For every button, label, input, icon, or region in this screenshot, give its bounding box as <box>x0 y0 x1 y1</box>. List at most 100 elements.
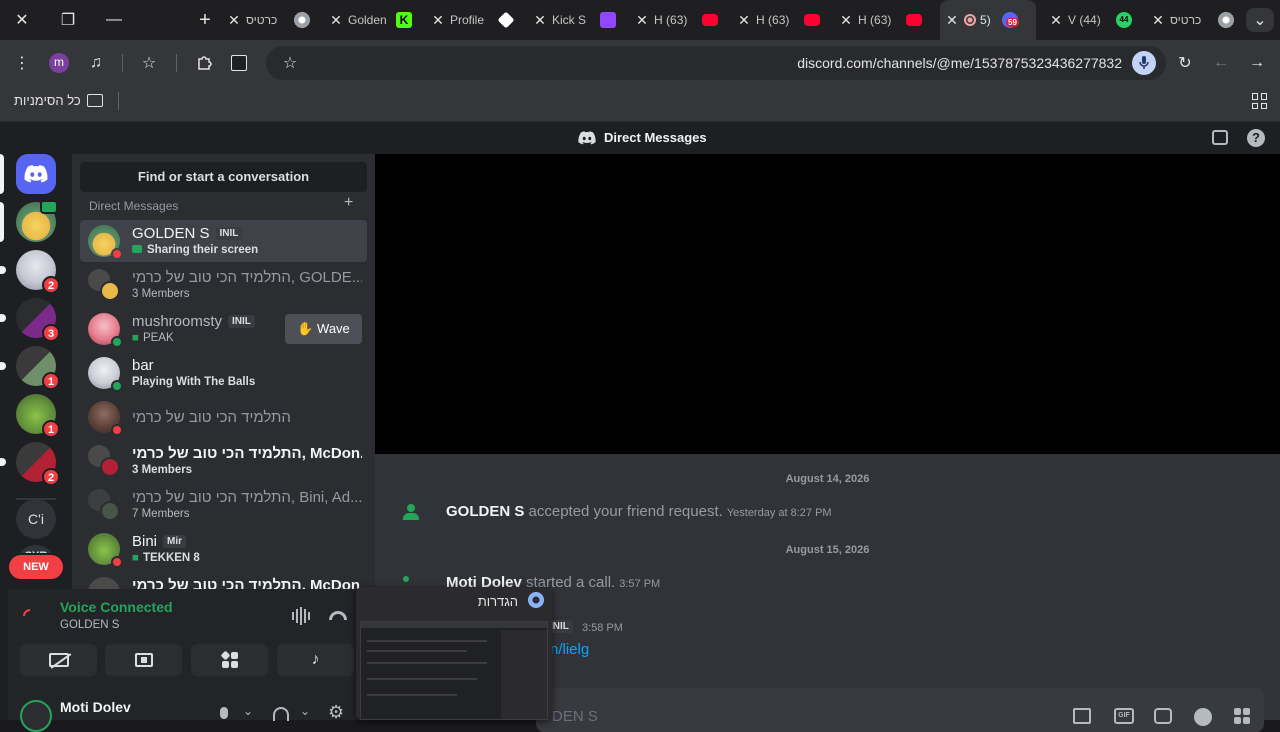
browser-tab[interactable]: ✕ Profile <box>426 0 528 40</box>
online-status-icon <box>111 336 123 348</box>
browser-tab[interactable]: ✕ כרטיס <box>222 0 324 40</box>
username[interactable]: Moti Dolev <box>60 699 131 715</box>
message-input[interactable]: DEN S GIF <box>536 688 1264 732</box>
dm-item[interactable]: התלמיד הכי טוב של כרמי, McDon... 3 Membe… <box>80 440 367 482</box>
tab-close-icon[interactable]: ✕ <box>630 12 654 29</box>
reload-icon[interactable]: ↻ <box>1173 51 1197 75</box>
new-unreads-pill[interactable]: NEW <box>9 555 63 579</box>
kebab-menu-icon[interactable]: ⋮ <box>10 51 34 75</box>
date-divider: August 15, 2026 <box>785 544 870 556</box>
twitch-icon <box>600 12 616 28</box>
audio-options-chevron-icon[interactable]: ⌄ <box>300 704 310 718</box>
browser-tab[interactable]: ✕ (63) H <box>834 0 936 40</box>
omnibox[interactable]: ☆ discord.com/channels/@me/1537875323436… <box>266 46 1166 80</box>
dm-avatar[interactable]: 2 <box>16 250 60 294</box>
dm-avatar[interactable]: 1 <box>16 346 60 390</box>
dm-name: התלמיד הכי טוב של כרמי, GOLDE... <box>132 269 362 286</box>
taskbar-window-preview[interactable]: הגדרות <box>356 587 552 720</box>
screen-share-button[interactable] <box>105 644 182 676</box>
dm-item[interactable]: bar Playing With The Balls <box>80 352 367 394</box>
browser-tab[interactable]: ✕ (44) V 44 <box>1044 0 1146 40</box>
user-avatar[interactable] <box>20 700 52 732</box>
direct-messages-home[interactable] <box>16 154 56 194</box>
tab-close-icon[interactable]: ✕ <box>324 12 348 29</box>
preview-thumbnail[interactable] <box>360 621 548 720</box>
tab-close-icon[interactable]: ✕ <box>426 12 450 29</box>
dm-avatar-golden[interactable] <box>16 200 58 242</box>
tab-search-icon[interactable]: ⌄ <box>1246 8 1274 32</box>
app-launcher-icon[interactable] <box>1234 708 1250 724</box>
browser-tab-active[interactable]: ✕ (5 59 <box>940 0 1036 40</box>
screen-share-icon <box>134 653 153 667</box>
stream-video[interactable] <box>375 154 1280 454</box>
mic-options-chevron-icon[interactable]: ⌄ <box>243 704 253 718</box>
tab-close-icon[interactable]: ✕ <box>732 12 756 29</box>
dm-item[interactable]: GOLDEN S INIL Sharing their screen <box>80 220 367 262</box>
sticker-icon[interactable] <box>1154 708 1172 724</box>
reading-list-icon[interactable]: ☆ <box>137 51 161 75</box>
dm-avatar[interactable]: 2 <box>16 442 60 486</box>
voice-search-icon[interactable] <box>1132 51 1156 75</box>
profile-avatar[interactable]: m <box>49 53 69 73</box>
find-conversation-button[interactable]: Find or start a conversation <box>80 162 367 192</box>
screenshare-icon <box>132 245 142 253</box>
browser-tab[interactable]: ✕ Kick S <box>528 0 630 40</box>
message-link[interactable]: n/lielg <box>550 641 589 658</box>
disconnect-icon[interactable] <box>329 611 347 620</box>
address-url[interactable]: discord.com/channels/@me/153787532343627… <box>797 55 1122 71</box>
restore-window-icon[interactable]: ❐ <box>54 8 82 32</box>
toolbar-divider <box>176 54 177 72</box>
activities-rocket-icon <box>220 650 238 668</box>
dm-item[interactable]: Bini Mir ■ TEKKEN 8 <box>80 528 367 570</box>
browser-tab[interactable]: ✕ כרטיס <box>1146 0 1248 40</box>
dm-avatar[interactable]: 3 <box>16 298 60 342</box>
avatar <box>88 225 123 260</box>
message-author[interactable]: GOLDEN S <box>446 503 524 520</box>
voice-status[interactable]: Voice Connected <box>60 599 173 615</box>
unread-indicator <box>0 314 6 322</box>
extensions-puzzle-icon[interactable] <box>192 51 216 75</box>
dm-item[interactable]: התלמיד הכי טוב של כרמי, GOLDE... 3 Membe… <box>80 264 367 306</box>
voice-channel[interactable]: GOLDEN S <box>60 619 119 631</box>
tab-close-icon[interactable]: ✕ <box>222 12 246 29</box>
tab-close-icon[interactable]: ✕ <box>940 12 964 29</box>
inbox-icon[interactable] <box>1212 130 1228 145</box>
wave-hand-icon: ✋ <box>297 321 314 336</box>
browser-tab[interactable]: ✕ (63) H <box>630 0 732 40</box>
dm-item[interactable]: התלמיד הכי טוב של כרמי, Bini, Ad... 7 Me… <box>80 484 367 526</box>
screenshare-icon <box>40 200 58 214</box>
camera-toggle-button[interactable] <box>20 644 97 676</box>
emoji-icon[interactable] <box>1194 708 1212 726</box>
all-bookmarks-button[interactable]: כל הסימניות <box>14 93 103 108</box>
tab-close-icon[interactable]: ✕ <box>1044 12 1068 29</box>
headphones-icon[interactable] <box>273 707 289 721</box>
close-window-icon[interactable]: ✕ <box>8 8 36 32</box>
gift-icon[interactable] <box>1073 708 1091 724</box>
tab-close-icon[interactable]: ✕ <box>528 12 552 29</box>
help-icon[interactable]: ? <box>1247 129 1265 147</box>
forward-icon[interactable]: ← <box>1209 51 1233 75</box>
dm-avatar[interactable]: 1 <box>16 394 60 438</box>
create-dm-icon[interactable]: + <box>344 194 353 212</box>
dm-status: Playing With The Balls <box>132 376 256 388</box>
gif-icon[interactable]: GIF <box>1114 708 1134 724</box>
noise-suppression-icon[interactable] <box>292 607 310 625</box>
tab-close-icon[interactable]: ✕ <box>1146 12 1170 29</box>
tab-close-icon[interactable]: ✕ <box>834 12 858 29</box>
tab-title: (63) H <box>756 13 790 27</box>
new-tab-icon[interactable]: + <box>191 8 219 32</box>
extension-tile-icon[interactable] <box>227 51 251 75</box>
minimize-window-icon[interactable]: — <box>100 8 128 32</box>
server-icon-ci[interactable]: C'i <box>16 499 56 539</box>
microphone-icon[interactable] <box>220 707 228 719</box>
soundboard-button[interactable]: ♪ <box>277 644 354 676</box>
back-icon[interactable]: → <box>1245 51 1269 75</box>
dm-item[interactable]: התלמיד הכי טוב של כרמי <box>80 396 367 438</box>
browser-tab[interactable]: ✕ (63) H <box>732 0 834 40</box>
wave-button[interactable]: ✋ Wave <box>285 314 362 344</box>
media-controls-icon[interactable]: ♫ <box>84 51 108 75</box>
bookmark-star-icon[interactable]: ☆ <box>278 51 302 75</box>
browser-tab[interactable]: ✕ Golden K <box>324 0 426 40</box>
activities-button[interactable] <box>191 644 268 676</box>
apps-grid-icon[interactable] <box>1252 93 1268 109</box>
